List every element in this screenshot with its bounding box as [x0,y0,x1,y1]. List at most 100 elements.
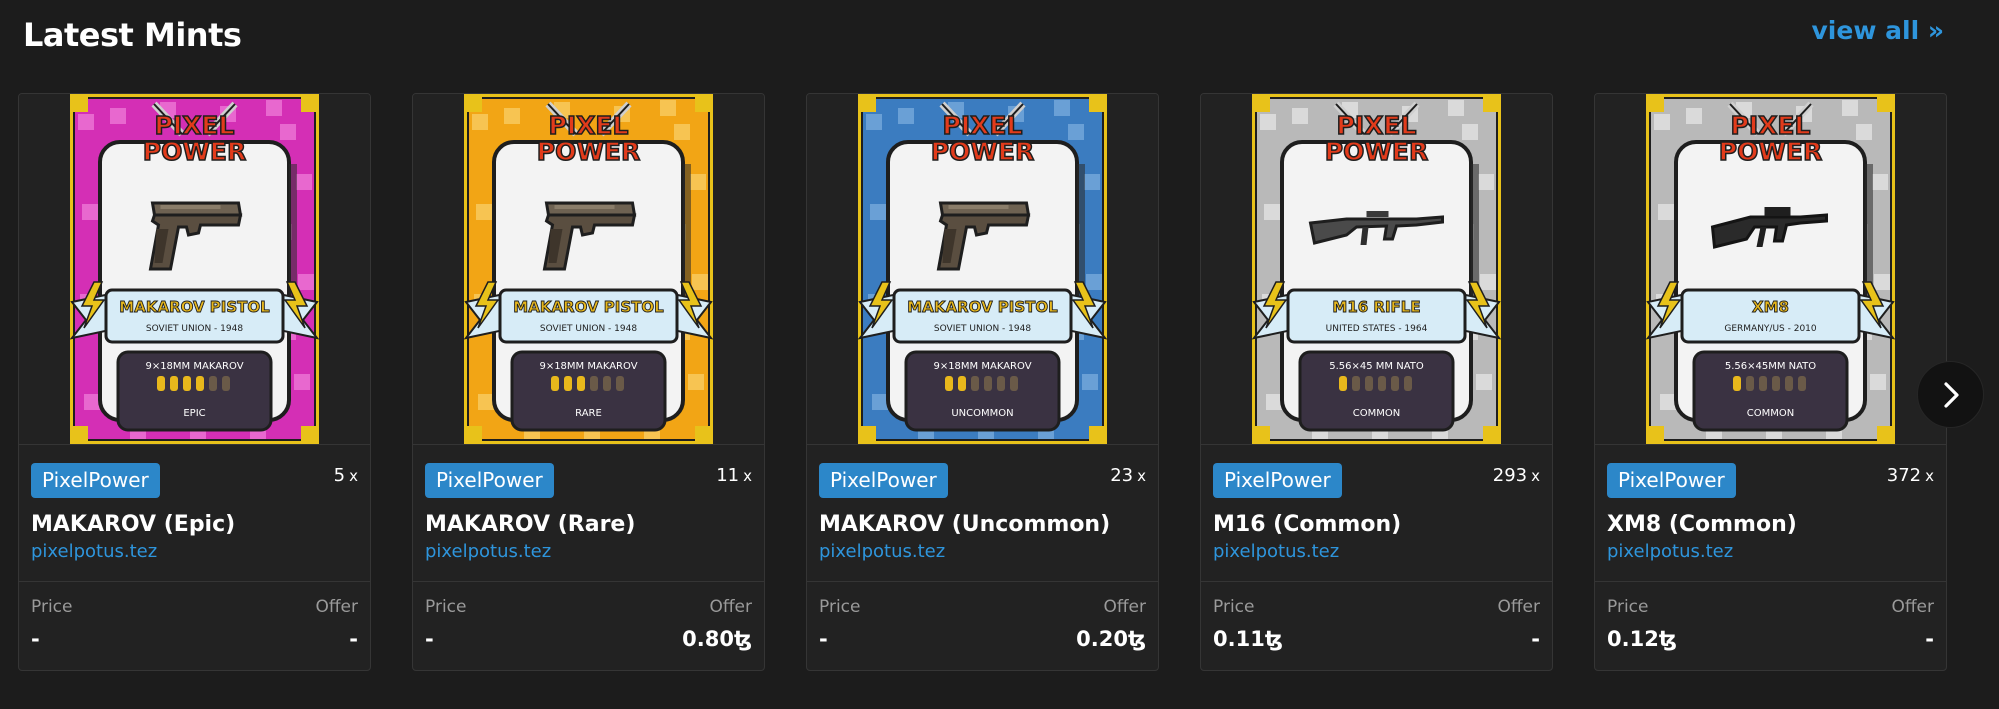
edition-number: 5 [333,465,346,486]
nft-name[interactable]: MAKAROV (Epic) [31,512,235,537]
nft-card[interactable]: PIXEL POWER XM8 GERMANY/US - 2010 5.56×45MM … [1594,93,1947,671]
brand-line2: POWER [537,137,640,166]
nft-media[interactable]: PIXEL POWER MAKAROV PISTOL SOVIET UNION - 1… [19,94,370,445]
divider [1595,581,1946,582]
art-caliber: 9×18MM MAKAROV [145,361,243,372]
nft-name[interactable]: M16 (Common) [1213,512,1401,537]
nft-artwork[interactable]: PIXEL POWER M16 RIFLE UNITED STATES - 1964 5… [1252,94,1501,444]
nft-artwork[interactable]: PIXEL POWER MAKAROV PISTOL SOVIET UNION - 1… [464,94,713,444]
brand-line1: PIXEL [943,111,1023,140]
brand-line1: PIXEL [1337,111,1417,140]
price-label: Price [1607,597,1649,617]
nft-artwork[interactable]: PIXEL POWER XM8 GERMANY/US - 2010 5.56×45MM … [1646,94,1895,444]
collection-tag[interactable]: PixelPower [819,463,948,498]
art-subtitle: GERMANY/US - 2010 [1724,324,1817,334]
brand-line1: PIXEL [549,111,629,140]
creator-link[interactable]: pixelpotus.tez [31,541,157,562]
art-subtitle: SOVIET UNION - 1948 [540,324,637,334]
offer-label: Offer [1497,597,1540,617]
view-all-link[interactable]: view all » [1812,16,1944,45]
price-label: Price [1213,597,1255,617]
price-value: - [425,627,434,651]
offer-label: Offer [1891,597,1934,617]
nft-card[interactable]: PIXEL POWER MAKAROV PISTOL SOVIET UNION - 1… [18,93,371,671]
price-label: Price [31,597,73,617]
nft-artwork-svg: PIXELPOWER MAKAROV PISTOL SOVIET UNION - 1… [70,94,319,444]
divider [1201,581,1552,582]
divider [413,581,764,582]
nft-media[interactable]: PIXEL POWER M16 RIFLE UNITED STATES - 1964 5… [1201,94,1552,445]
nft-artwork-svg: PIXELPOWER XM8 GERMANY/US - 2010 5.56×45MM … [1646,94,1895,444]
art-rarity: COMMON [1353,408,1400,419]
art-rarity: EPIC [183,408,205,419]
edition-count: 11 x [716,465,752,486]
art-title: MAKAROV PISTOL [907,298,1058,316]
art-caliber: 5.56×45 MM NATO [1329,361,1424,372]
edition-count: 5x [334,465,358,486]
art-subtitle: UNITED STATES - 1964 [1326,324,1428,334]
nft-name[interactable]: MAKAROV (Uncommon) [819,512,1110,537]
offer-label: Offer [1103,597,1146,617]
offer-label: Offer [709,597,752,617]
section-header: Latest Mints view all » [0,0,1999,70]
nft-artwork-svg: PIXELPOWER MAKAROV PISTOL SOVIET UNION - 1… [464,94,713,444]
collection-tag[interactable]: PixelPower [31,463,160,498]
nft-card[interactable]: PIXEL POWER M16 RIFLE UNITED STATES - 1964 5… [1200,93,1553,671]
nft-artwork-svg: PIXELPOWER M16 RIFLE UNITED STATES - 1964 5… [1252,94,1501,444]
edition-suffix: x [1925,467,1934,485]
offer-label: Offer [315,597,358,617]
art-caliber: 9×18MM MAKAROV [539,361,637,372]
edition-suffix: x [1531,467,1540,485]
offer-value: - [1925,627,1934,651]
price-value: - [31,627,40,651]
collection-tag[interactable]: PixelPower [1213,463,1342,498]
creator-link[interactable]: pixelpotus.tez [425,541,551,562]
price-value: 0.11ꜩ [1213,627,1283,651]
art-title: MAKAROV PISTOL [119,298,270,316]
nft-card[interactable]: PIXEL POWER MAKAROV PISTOL SOVIET UNION - 1… [806,93,1159,671]
art-subtitle: SOVIET UNION - 1948 [934,324,1031,334]
chevron-right-icon [1943,381,1959,408]
art-caliber: 5.56×45MM NATO [1725,361,1816,372]
nft-name[interactable]: XM8 (Common) [1607,512,1797,537]
brand-line2: POWER [143,137,246,166]
collection-tag[interactable]: PixelPower [1607,463,1736,498]
edition-count: 23 x [1110,465,1146,486]
art-rarity: UNCOMMON [951,408,1013,419]
collection-tag[interactable]: PixelPower [425,463,554,498]
brand-line2: POWER [1325,137,1428,166]
edition-number: 372 [1886,465,1922,486]
edition-count: 293 x [1493,465,1540,486]
creator-link[interactable]: pixelpotus.tez [819,541,945,562]
nft-media[interactable]: PIXEL POWER XM8 GERMANY/US - 2010 5.56×45MM … [1595,94,1946,445]
divider [19,581,370,582]
price-label: Price [425,597,467,617]
brand-line1: PIXEL [1731,111,1811,140]
creator-link[interactable]: pixelpotus.tez [1213,541,1339,562]
creator-link[interactable]: pixelpotus.tez [1607,541,1733,562]
art-title: XM8 [1752,298,1789,316]
section-title: Latest Mints [23,16,242,54]
carousel-next-button[interactable] [1917,361,1984,428]
art-rarity: RARE [575,408,602,419]
edition-suffix: x [1137,467,1146,485]
art-title: MAKAROV PISTOL [513,298,664,316]
price-value: - [819,627,828,651]
nft-card[interactable]: PIXEL POWER MAKAROV PISTOL SOVIET UNION - 1… [412,93,765,671]
nft-media[interactable]: PIXEL POWER MAKAROV PISTOL SOVIET UNION - 1… [413,94,764,445]
brand-line2: POWER [931,137,1034,166]
nft-name[interactable]: MAKAROV (Rare) [425,512,635,537]
nft-artwork-svg: PIXELPOWER MAKAROV PISTOL SOVIET UNION - 1… [858,94,1107,444]
art-title: M16 RIFLE [1332,298,1420,316]
edition-suffix: x [349,467,358,485]
edition-number: 11 [716,465,740,486]
edition-number: 23 [1110,465,1134,486]
nft-artwork[interactable]: PIXEL POWER MAKAROV PISTOL SOVIET UNION - 1… [70,94,319,444]
edition-number: 293 [1492,465,1528,486]
offer-value: - [349,627,358,651]
nft-media[interactable]: PIXEL POWER MAKAROV PISTOL SOVIET UNION - 1… [807,94,1158,445]
art-caliber: 9×18MM MAKAROV [933,361,1031,372]
price-label: Price [819,597,861,617]
nft-artwork[interactable]: PIXEL POWER MAKAROV PISTOL SOVIET UNION - 1… [858,94,1107,444]
edition-suffix: x [743,467,752,485]
